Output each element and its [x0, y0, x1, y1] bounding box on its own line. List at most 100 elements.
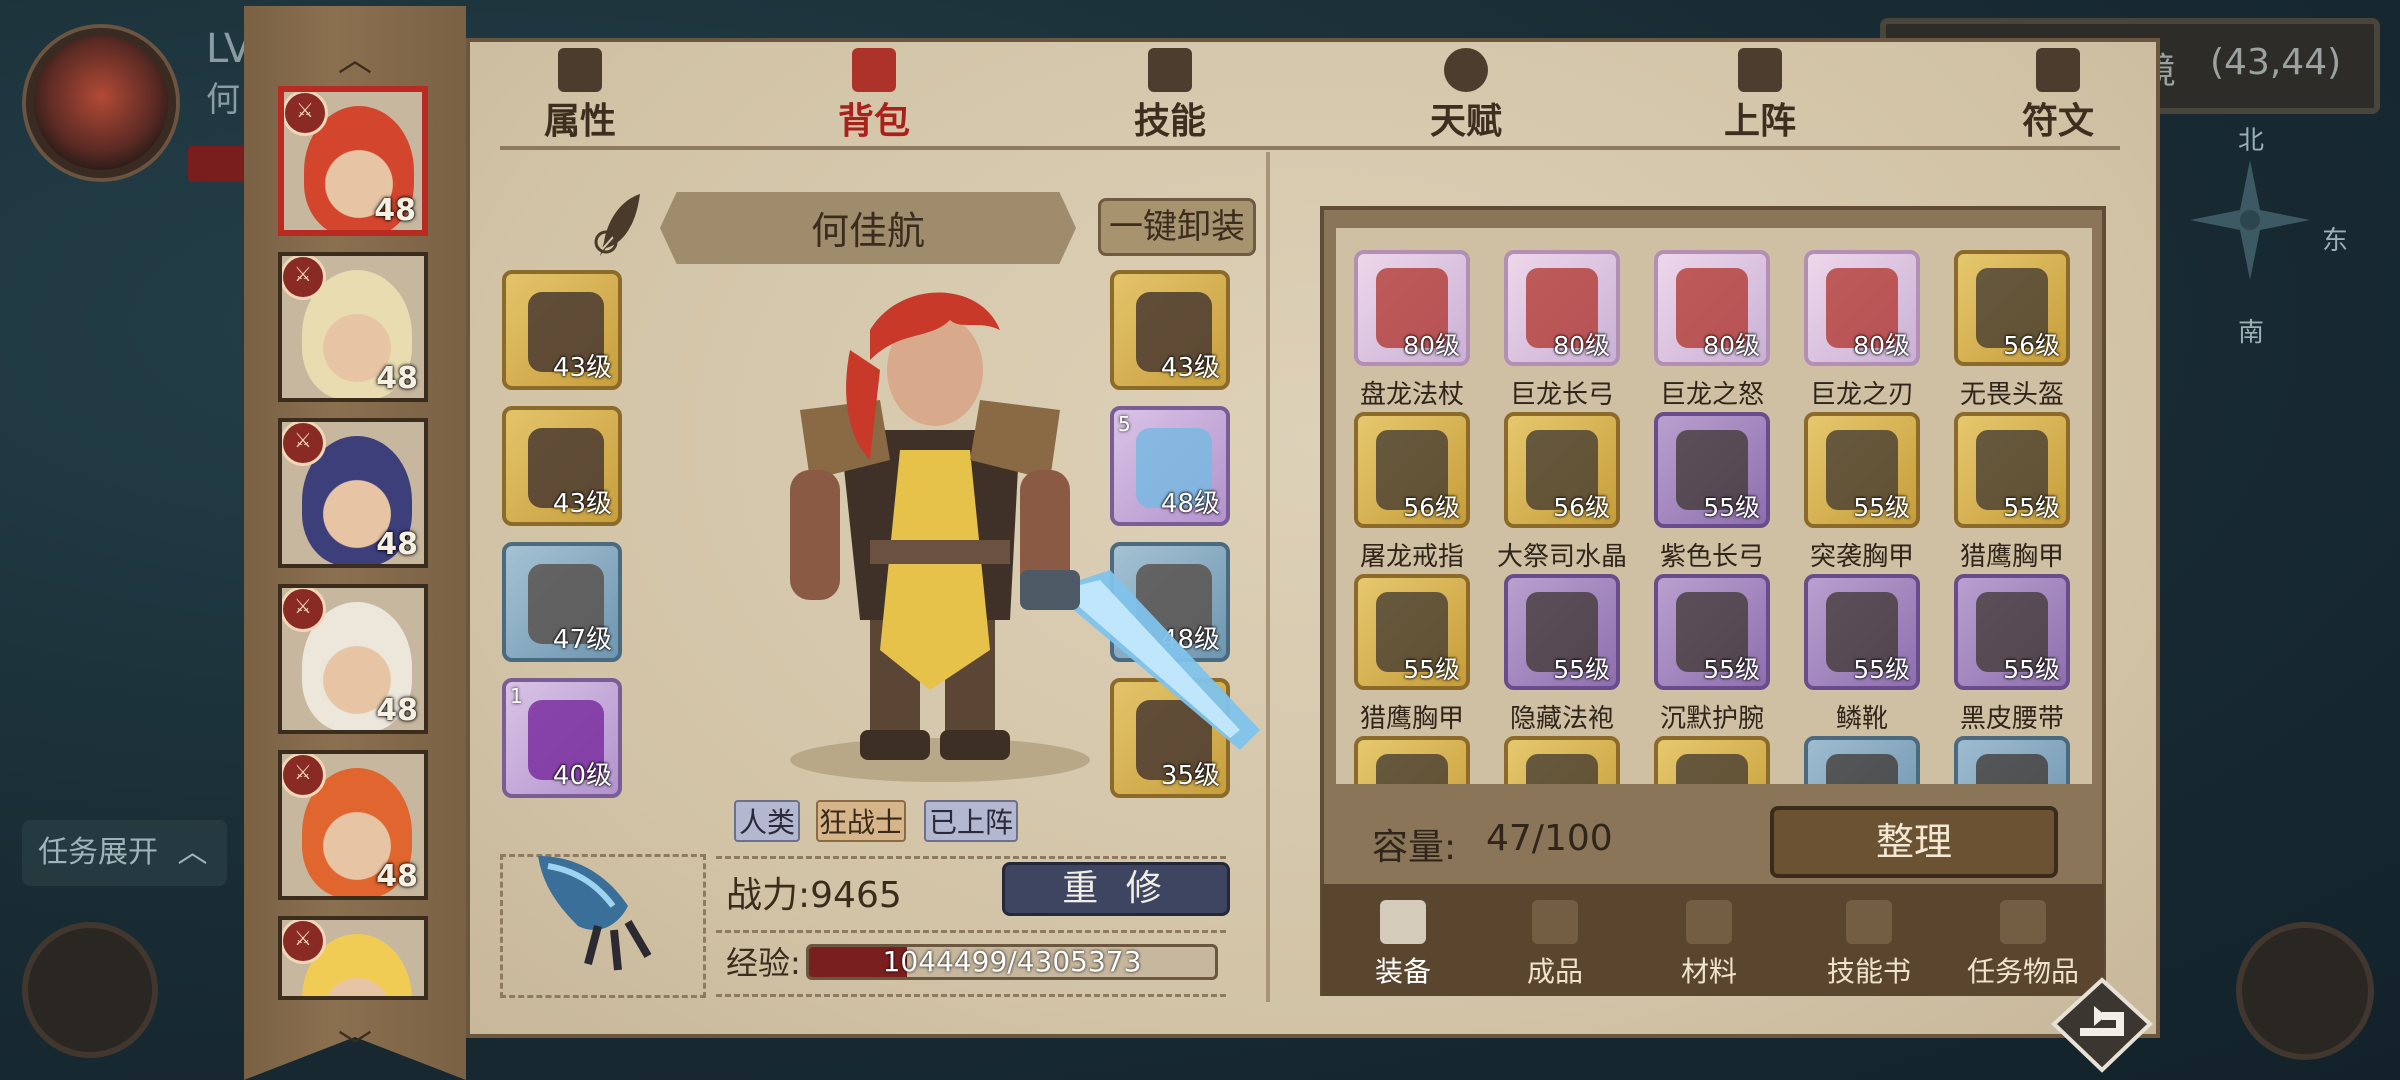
tab-3[interactable]: 天赋 — [1386, 46, 1546, 142]
inventory-item[interactable]: 55级 — [1504, 574, 1620, 690]
compass-south: 南 — [2238, 318, 2265, 348]
item-level: 43级 — [552, 353, 612, 383]
hammer-icon — [1380, 900, 1426, 944]
capacity-label: 容量: — [1372, 827, 1457, 868]
tab-5[interactable]: 符文 — [1978, 46, 2138, 142]
tab-label: 技能 — [1133, 101, 1206, 142]
inventory-item[interactable]: 80级 — [1354, 250, 1470, 366]
inventory-item[interactable]: 80级 — [1654, 250, 1770, 366]
house-button[interactable] — [2236, 922, 2374, 1060]
inventory-item[interactable] — [1354, 736, 1470, 784]
inventory-item[interactable] — [1504, 736, 1620, 784]
hero-level: 48 — [376, 859, 418, 894]
tab-2[interactable]: 技能 — [1090, 46, 1250, 142]
player-avatar[interactable] — [26, 28, 176, 178]
scroll-up-icon[interactable]: ︿ — [244, 32, 466, 81]
inventory-tab[interactable]: 成品 — [1480, 890, 1630, 994]
item-level: 56级 — [2003, 331, 2060, 360]
inventory-item[interactable]: 55级 — [1654, 574, 1770, 690]
inventory-item[interactable]: 56级 — [1504, 412, 1620, 528]
inventory-item[interactable]: 55级 — [1804, 412, 1920, 528]
tab-4[interactable]: 上阵 — [1680, 46, 1840, 142]
exp-label: 经验: — [726, 944, 801, 982]
sort-button[interactable]: 整理 — [1770, 806, 2058, 878]
hero-card[interactable]: ⚔ 48 — [278, 418, 428, 568]
pet-claw-icon — [538, 856, 652, 971]
map-coordinates: (43,44) — [2210, 42, 2342, 83]
hero-card[interactable]: ⚔ 48 — [278, 750, 428, 900]
hero-card[interactable]: ⚔ — [278, 916, 428, 1000]
inventory-tab[interactable]: 技能书 — [1794, 890, 1944, 994]
back-arrow-icon[interactable] — [2050, 976, 2154, 1074]
inventory-tab-label: 材料 — [1680, 955, 1737, 988]
unequip-all-button[interactable]: 一键卸装 — [1098, 198, 1256, 256]
hero-name: 何佳航 — [810, 209, 925, 253]
item-icon — [1676, 754, 1748, 784]
item-name: 屠龙戒指 — [1359, 542, 1464, 572]
compass-east: 东 — [2322, 226, 2349, 256]
rune-icon — [2036, 48, 2080, 92]
inventory-item[interactable]: 55级 — [1954, 574, 2070, 690]
item-level: 55级 — [2003, 655, 2060, 684]
item-level: 56级 — [1403, 493, 1460, 522]
hero-level: 48 — [374, 193, 416, 228]
item-name: 黑皮腰带 — [1959, 704, 2064, 734]
tab-label: 背包 — [837, 101, 910, 142]
inventory-tab-label: 技能书 — [1826, 955, 1911, 988]
inventory-item[interactable]: 55级 — [1354, 574, 1470, 690]
eye-icon — [1444, 48, 1488, 92]
hero-character-portrait — [790, 292, 1260, 782]
equipment-slot[interactable]: 43级 — [502, 270, 622, 390]
inventory-grid[interactable]: 80级 盘龙法杖 80级 巨龙长弓 80级 巨龙之怒 80级 巨龙之刃 56级 无畏头盔 56级 屠龙… — [1336, 228, 2092, 784]
inventory-item[interactable]: 56级 — [1954, 250, 2070, 366]
item-level: 55级 — [1853, 493, 1910, 522]
inventory-tab[interactable]: 装备 — [1328, 890, 1478, 994]
hero-card[interactable]: ⚔ 48 — [278, 252, 428, 402]
class-badge-icon: ⚔ — [282, 256, 326, 300]
item-name: 紫色长弓 — [1659, 542, 1764, 572]
item-name: 隐藏法袍 — [1509, 704, 1614, 734]
inventory-item[interactable] — [1654, 736, 1770, 784]
inventory-item[interactable]: 56级 — [1354, 412, 1470, 528]
compass-north: 北 — [2238, 126, 2265, 156]
crossed-swords-icon — [1738, 48, 1782, 92]
separator — [716, 856, 1226, 859]
hero-card[interactable]: ⚔ 48 — [278, 584, 428, 734]
inventory-item[interactable]: 80级 — [1804, 250, 1920, 366]
inventory-item[interactable]: 55级 — [1804, 574, 1920, 690]
inventory-item[interactable]: 55级 — [1654, 412, 1770, 528]
inventory-tab[interactable]: 材料 — [1634, 890, 1784, 994]
tab-1[interactable]: 背包 — [794, 46, 954, 142]
item-name: 巨龙之刃 — [1809, 380, 1914, 410]
tab-0[interactable]: 属性 — [500, 46, 660, 142]
hero-level: 48 — [376, 361, 418, 396]
item-level: 80级 — [1403, 331, 1460, 360]
scroll-down-icon[interactable]: ﹀ — [244, 1020, 466, 1069]
sack-icon — [1532, 900, 1578, 944]
item-icon — [1376, 754, 1448, 784]
item-level: 55级 — [1853, 655, 1910, 684]
equipment-slot[interactable]: 43级 — [502, 406, 622, 526]
item-name: 沉默护腕 — [1659, 704, 1764, 734]
item-level: 55级 — [1703, 493, 1760, 522]
class-badge-icon: ⚔ — [282, 920, 326, 964]
hero-card[interactable]: ⚔ 48 — [278, 86, 428, 236]
task-expand-button[interactable]: 任务展开 ︿ — [22, 820, 227, 886]
hud-action-button-left[interactable] — [22, 922, 158, 1058]
inventory-item[interactable] — [1804, 736, 1920, 784]
inventory-item[interactable]: 55级 — [1954, 412, 2070, 528]
deployed-tag: 已上阵 — [924, 800, 1018, 842]
equipment-slot[interactable]: 47级 — [502, 542, 622, 662]
equipment-slot[interactable]: 1 40级 — [502, 678, 622, 798]
quill-icon[interactable] — [592, 190, 648, 260]
separator — [716, 930, 1226, 933]
inventory-tab-label: 装备 — [1374, 955, 1431, 988]
inventory-item[interactable] — [1954, 736, 2070, 784]
item-level: 80级 — [1853, 331, 1910, 360]
rebuild-button[interactable]: 重 修 — [1002, 862, 1230, 916]
inventory-item[interactable]: 80级 — [1504, 250, 1620, 366]
class-badge-icon: ⚔ — [282, 754, 326, 798]
hero-level: 48 — [376, 693, 418, 728]
inventory-tab-label: 成品 — [1526, 955, 1583, 988]
quest-scroll-icon — [2000, 900, 2046, 944]
